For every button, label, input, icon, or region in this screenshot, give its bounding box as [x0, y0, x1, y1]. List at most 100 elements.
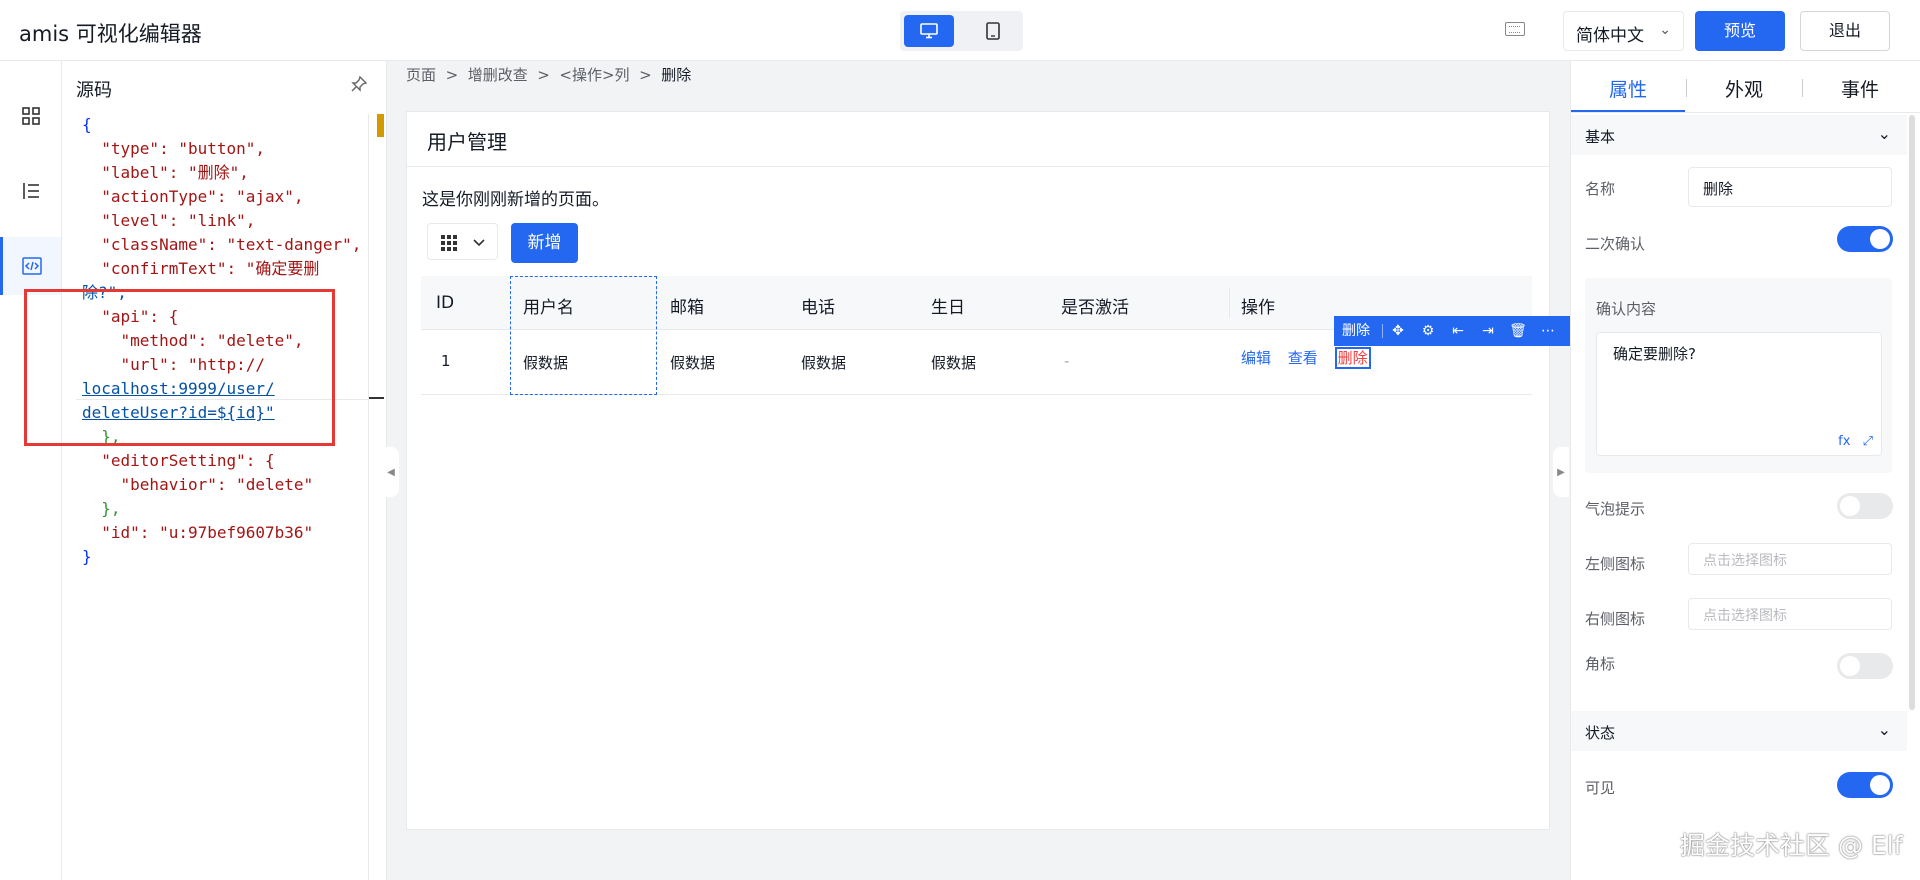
nav-item-components[interactable] [0, 87, 61, 145]
properties-tabs: 属性 外观 事件 [1571, 61, 1920, 113]
collapse-right-panel-handle[interactable]: ▶ [1553, 447, 1569, 497]
active-tab-indicator [1571, 110, 1685, 112]
chevron-down-icon: ⌄ [1877, 124, 1891, 143]
breadcrumb-current: 删除 [661, 66, 692, 84]
highlight-box [24, 289, 335, 446]
tab-properties[interactable]: 属性 [1571, 75, 1685, 102]
confirm-content-textarea[interactable]: 确定要删除? fx ⤢ [1596, 332, 1882, 456]
outline-icon [22, 183, 39, 199]
chevron-down-icon [473, 239, 485, 247]
column-header[interactable]: 是否激活 [1061, 293, 1129, 318]
tablet-icon [986, 22, 1000, 40]
keyboard-icon[interactable] [1505, 22, 1525, 36]
language-select[interactable]: 简体中文 ⌄ [1563, 11, 1684, 51]
delete-icon[interactable]: 🗑 [1503, 323, 1533, 339]
insert-before-icon[interactable]: ⇤ [1443, 323, 1473, 339]
cell-id: 1 [441, 352, 451, 370]
nav-item-code[interactable] [0, 237, 61, 295]
properties-scrollbar[interactable] [1909, 115, 1915, 710]
code-scroll-marker [377, 114, 384, 137]
column-header[interactable]: 操作 [1241, 293, 1275, 318]
preview-button[interactable]: 预览 [1695, 11, 1785, 51]
section-basic-title: 基本 [1585, 128, 1616, 146]
right-icon-label: 右侧图标 [1585, 610, 1646, 628]
page-preview[interactable]: 用户管理 这是你刚刚新增的页面。 新增 ID 用户名 邮箱 电话 生日 是否激活… [406, 111, 1550, 830]
confirm-content-label: 确认内容 [1596, 300, 1657, 318]
toggle-knob [1840, 656, 1860, 676]
chevron-down-icon: ⌄ [1877, 720, 1891, 739]
cell-actions: 编辑 查看 删除 [1241, 347, 1371, 369]
toggle-knob [1870, 229, 1890, 249]
code-line: { [82, 115, 92, 134]
code-line: }, [82, 499, 121, 518]
column-header[interactable]: 邮箱 [670, 293, 704, 318]
breadcrumb-separator: > [639, 66, 652, 84]
tooltip-toggle[interactable] [1837, 493, 1893, 519]
code-line: "level": "link", [82, 211, 256, 230]
section-basic[interactable]: 基本 ⌄ [1571, 115, 1907, 155]
selection-toolbar: 删除 ✥ ⚙ ⇤ ⇥ 🗑 ⋯ [1334, 316, 1571, 346]
page-title: 用户管理 [427, 130, 507, 154]
code-line: "label": "删除", [82, 163, 249, 182]
view-link[interactable]: 查看 [1288, 349, 1318, 367]
insert-after-icon[interactable]: ⇥ [1473, 323, 1503, 339]
formula-controls: fx ⤢ [1838, 434, 1873, 449]
bug-icon[interactable]: ⚙ [1413, 323, 1443, 339]
desktop-mode-button[interactable] [904, 15, 954, 47]
app-title: amis 可视化编辑器 [19, 22, 202, 46]
page-divider [407, 166, 1549, 167]
delete-link[interactable]: 删除 [1334, 347, 1371, 369]
code-line: "className": "text-danger", [82, 235, 362, 254]
properties-panel: 属性 外观 事件 基本 ⌄ 名称 删除 二次确认 确认内容 确定要删除? fx … [1570, 61, 1920, 880]
column-header[interactable]: 电话 [801, 293, 835, 318]
left-icon-label: 左侧图标 [1585, 555, 1646, 573]
visible-toggle[interactable] [1837, 772, 1893, 798]
breadcrumb-separator: > [445, 66, 459, 84]
right-icon-picker[interactable]: 点击选择图标 [1688, 598, 1892, 630]
formula-icon[interactable]: fx [1838, 434, 1850, 449]
column-toggle-button[interactable] [427, 223, 498, 260]
code-line: "actionType": "ajax", [82, 187, 304, 206]
code-line: } [82, 547, 92, 566]
left-nav [0, 61, 62, 880]
tab-appearance[interactable]: 外观 [1687, 75, 1801, 102]
badge-toggle[interactable] [1837, 653, 1893, 679]
code-line: "behavior": "delete" [82, 475, 314, 494]
exit-button[interactable]: 退出 [1800, 11, 1890, 51]
breadcrumb-separator: > [537, 66, 550, 84]
confirm-content-group: 确认内容 确定要删除? fx ⤢ [1585, 278, 1892, 473]
device-switch [900, 11, 1023, 51]
nav-item-outline[interactable] [0, 162, 61, 220]
breadcrumb-item[interactable]: <操作>列 [559, 66, 629, 84]
add-button[interactable]: 新增 [511, 223, 578, 263]
page-description: 这是你刚刚新增的页面。 [422, 190, 609, 210]
tab-events[interactable]: 事件 [1803, 75, 1917, 102]
breadcrumb-item[interactable]: 增删改查 [468, 66, 528, 84]
tooltip-label: 气泡提示 [1585, 500, 1646, 518]
badge-label: 角标 [1585, 655, 1616, 673]
confirm-toggle[interactable] [1837, 226, 1893, 252]
section-state[interactable]: 状态 ⌄ [1571, 711, 1907, 751]
edit-link[interactable]: 编辑 [1241, 349, 1271, 367]
desktop-icon [920, 23, 938, 39]
tablet-mode-button[interactable] [968, 15, 1018, 47]
collapse-left-panel-handle[interactable]: ◀ [383, 447, 399, 497]
left-icon-picker[interactable]: 点击选择图标 [1688, 543, 1892, 575]
cell-phone: 假数据 [801, 354, 847, 372]
breadcrumb-item[interactable]: 页面 [406, 66, 436, 84]
column-header[interactable]: 生日 [931, 293, 965, 318]
confirm-content-value: 确定要删除? [1613, 345, 1696, 363]
column-selection-outline [510, 276, 657, 395]
column-header[interactable]: ID [436, 293, 454, 313]
column-divider [1229, 288, 1230, 318]
breadcrumb: 页面 > 增删改查 > <操作>列 > 删除 [406, 64, 691, 85]
more-icon[interactable]: ⋯ [1533, 323, 1563, 339]
cell-email: 假数据 [670, 354, 716, 372]
name-input[interactable]: 删除 [1688, 167, 1892, 207]
toggle-knob [1870, 775, 1890, 795]
move-icon[interactable]: ✥ [1383, 323, 1413, 339]
expand-icon[interactable]: ⤢ [1863, 434, 1873, 449]
grid-dots-icon [441, 235, 457, 251]
code-line: "confirmText": "确定要删 [82, 259, 320, 278]
pin-icon[interactable] [350, 75, 368, 97]
